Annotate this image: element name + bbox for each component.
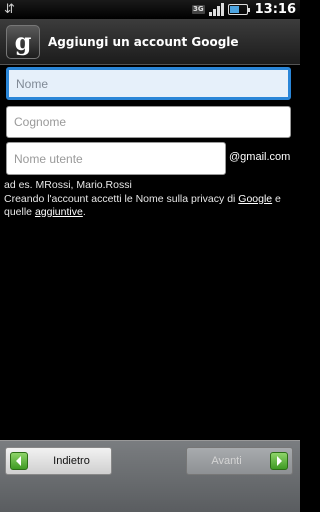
- title-bar: g Aggiungi un account Google: [0, 19, 300, 65]
- domain-suffix: @gmail.com: [229, 151, 291, 163]
- usb-icon: ⇵: [4, 2, 15, 17]
- battery-icon: [227, 4, 250, 15]
- next-button-label: Avanti: [211, 455, 242, 467]
- arrow-right-icon: [270, 452, 288, 470]
- signal-icon: [208, 3, 224, 16]
- first-name-input[interactable]: [6, 67, 291, 100]
- page-title: Aggiungi un account Google: [48, 34, 239, 49]
- username-input[interactable]: [6, 142, 226, 175]
- additional-privacy-link[interactable]: aggiuntive: [35, 206, 83, 218]
- google-icon: g: [6, 24, 40, 59]
- arrow-left-icon: [10, 452, 28, 470]
- status-bar: ⇵ 3G 13:16: [0, 0, 300, 19]
- battery-level: [229, 6, 240, 13]
- google-privacy-link[interactable]: Google: [238, 193, 272, 205]
- terms-prefix: Creando l'account accetti le Nome sulla …: [4, 193, 239, 205]
- next-button[interactable]: Avanti: [186, 447, 293, 475]
- last-name-input[interactable]: [6, 106, 291, 138]
- username-hint: ad es. MRossi, Mario.Rossi: [4, 179, 132, 191]
- network-type-badge: 3G: [191, 5, 205, 14]
- back-button[interactable]: Indietro: [5, 447, 112, 475]
- back-button-label: Indietro: [53, 455, 90, 467]
- terms-text: Creando l'account accetti le Nome sulla …: [4, 193, 294, 219]
- clock: 13:16: [254, 2, 296, 17]
- status-icons: 3G 13:16: [191, 0, 296, 19]
- terms-suffix: .: [82, 206, 86, 218]
